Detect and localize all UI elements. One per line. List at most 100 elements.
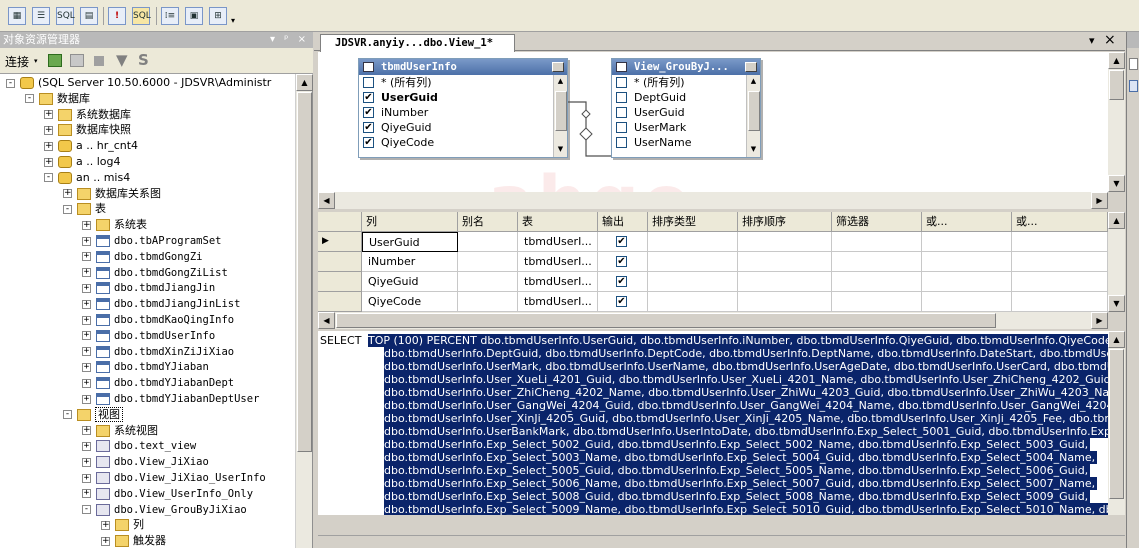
- collapse-icon[interactable]: -: [6, 78, 15, 88]
- connect-object-explorer-icon[interactable]: [48, 54, 62, 67]
- expand-icon[interactable]: +: [82, 441, 91, 451]
- grid-cell-empty[interactable]: [648, 272, 738, 292]
- diagram-vertical-scrollbar[interactable]: ▲ ▼: [1108, 52, 1125, 192]
- tree-node[interactable]: + dbo.tbmdYJiabanDeptUser: [82, 391, 259, 407]
- grid-row-header[interactable]: [318, 252, 362, 272]
- tree-node[interactable]: + dbo.tbAProgramSet: [82, 233, 221, 249]
- diagram-table-scrollbar[interactable]: ▲ ▼: [746, 75, 760, 157]
- scroll-down-button[interactable]: ▼: [1108, 295, 1125, 312]
- connect-button[interactable]: 连接: [5, 53, 29, 70]
- expand-icon[interactable]: +: [82, 347, 91, 357]
- grid-cell-empty[interactable]: [648, 252, 738, 272]
- grid-cell-empty[interactable]: [648, 232, 738, 252]
- grid-cell-alias[interactable]: [458, 272, 518, 292]
- collapse-icon[interactable]: -: [25, 94, 34, 104]
- sql-pane[interactable]: SELECT TOP (100) PERCENT dbo.tbmdUserInf…: [318, 331, 1108, 515]
- grid-cell-empty[interactable]: [738, 232, 832, 252]
- column-checkbox[interactable]: [616, 107, 627, 118]
- diagram-column-row[interactable]: ✔ iNumber: [359, 105, 567, 120]
- grid-cell-table[interactable]: tbmdUserI...: [518, 232, 598, 252]
- diagram-horizontal-scrollbar[interactable]: ◀ ▶: [318, 192, 1108, 209]
- scroll-up-button[interactable]: ▲: [296, 74, 313, 91]
- diagram-column-row[interactable]: UserGuid: [612, 105, 760, 120]
- collapse-icon[interactable]: -: [44, 173, 53, 183]
- expand-icon[interactable]: +: [82, 268, 91, 278]
- output-checkbox[interactable]: ✔: [616, 296, 627, 307]
- collapse-icon[interactable]: -: [63, 410, 72, 420]
- scroll-thumb[interactable]: [336, 313, 996, 328]
- grid-vertical-scrollbar[interactable]: ▲ ▼: [1108, 212, 1125, 312]
- scroll-up-button[interactable]: ▲: [1108, 52, 1125, 69]
- tree-node[interactable]: + dbo.tbmdYJiabanDept: [82, 375, 234, 391]
- expand-icon[interactable]: +: [82, 489, 91, 499]
- grid-column-header[interactable]: 表: [518, 212, 598, 232]
- expand-icon[interactable]: +: [82, 394, 91, 404]
- object-explorer-scrollbar[interactable]: ▲: [295, 74, 313, 548]
- scroll-down-button[interactable]: ▼: [748, 145, 759, 155]
- column-checkbox[interactable]: [363, 77, 374, 88]
- expand-icon[interactable]: +: [82, 220, 91, 230]
- tree-node[interactable]: + 系统数据库: [44, 107, 131, 123]
- grid-cell-empty[interactable]: [738, 292, 832, 312]
- grid-cell-column[interactable]: QiyeCode: [362, 292, 458, 312]
- tree-node[interactable]: + dbo.tbmdGongZiList: [82, 265, 228, 281]
- diagram-column-row[interactable]: * (所有列): [612, 75, 760, 90]
- collapse-icon[interactable]: -: [82, 505, 91, 515]
- scroll-thumb[interactable]: [297, 92, 312, 452]
- diagram-column-row[interactable]: DeptGuid: [612, 90, 760, 105]
- grid-cell-empty[interactable]: [922, 292, 1012, 312]
- execute-icon[interactable]: !: [108, 7, 126, 25]
- expand-icon[interactable]: +: [82, 236, 91, 246]
- grid-column-header[interactable]: 或...: [922, 212, 1012, 232]
- grid-cell-empty[interactable]: [832, 292, 922, 312]
- tree-node[interactable]: + a .. hr_cnt4: [44, 138, 138, 154]
- column-checkbox[interactable]: [616, 122, 627, 133]
- panel-pin-close-icon[interactable]: ▾ ᵖ ×: [270, 32, 309, 48]
- diagram-column-row[interactable]: ✔ UserGuid: [359, 90, 567, 105]
- column-checkbox[interactable]: ✔: [363, 92, 374, 103]
- grid-cell-alias[interactable]: [458, 252, 518, 272]
- diagram-pane-icon[interactable]: ▦: [8, 7, 26, 25]
- expand-icon[interactable]: +: [82, 473, 91, 483]
- scroll-right-button[interactable]: ▶: [1091, 192, 1108, 209]
- grid-cell-column[interactable]: iNumber: [362, 252, 458, 272]
- minimize-table-icon[interactable]: [552, 62, 564, 72]
- join-line[interactable]: [568, 100, 612, 160]
- scroll-down-button[interactable]: ▼: [1108, 175, 1125, 192]
- tree-node[interactable]: + dbo.View_JiXiao: [82, 454, 209, 470]
- expand-icon[interactable]: +: [82, 426, 91, 436]
- expand-icon[interactable]: +: [44, 125, 53, 135]
- tree-node[interactable]: + 列: [101, 517, 144, 533]
- group-by-icon[interactable]: ⁞≡: [161, 7, 179, 25]
- grid-cell-empty[interactable]: [922, 272, 1012, 292]
- grid-cell-output[interactable]: ✔: [598, 292, 648, 312]
- document-tab[interactable]: JDSVR.anyiy...dbo.View_1*: [320, 34, 515, 52]
- column-checkbox[interactable]: ✔: [363, 122, 374, 133]
- scroll-right-button[interactable]: ▶: [1091, 312, 1108, 329]
- diagram-table-view-groupbyjixiao[interactable]: View_GrouByJ... * (所有列) DeptGuid UserGuid Us…: [611, 58, 761, 158]
- sql-vertical-scrollbar[interactable]: ▲: [1108, 331, 1125, 515]
- grid-cell-output[interactable]: ✔: [598, 232, 648, 252]
- scroll-up-button[interactable]: ▲: [748, 77, 759, 87]
- expand-icon[interactable]: +: [63, 189, 72, 199]
- diagram-column-row[interactable]: UserMark: [612, 120, 760, 135]
- grid-cell-empty[interactable]: [1012, 252, 1108, 272]
- tree-node[interactable]: + dbo.text_view: [82, 438, 196, 454]
- tree-node[interactable]: + dbo.tbmdJiangJinList: [82, 296, 240, 312]
- tree-node[interactable]: + dbo.tbmdKaoQingInfo: [82, 312, 234, 328]
- connect-dropdown-icon[interactable]: ▾: [34, 57, 38, 65]
- grid-cell-empty[interactable]: [648, 292, 738, 312]
- grid-column-header[interactable]: 排序顺序: [738, 212, 832, 232]
- grid-cell-empty[interactable]: [832, 272, 922, 292]
- grid-cell-empty[interactable]: [832, 252, 922, 272]
- diagram-table-title[interactable]: tbmdUserInfo: [359, 59, 567, 75]
- scroll-thumb[interactable]: [555, 91, 567, 131]
- diagram-column-row[interactable]: ✔ QiyeCode: [359, 135, 567, 150]
- expand-icon[interactable]: +: [82, 283, 91, 293]
- scroll-left-button[interactable]: ◀: [318, 312, 335, 329]
- tree-node[interactable]: + dbo.tbmdJiangJin: [82, 280, 215, 296]
- tree-node[interactable]: - an .. mis4: [44, 170, 130, 186]
- grid-cell-empty[interactable]: [1012, 232, 1108, 252]
- tree-node[interactable]: + dbo.View_UserInfo_Only: [82, 486, 253, 502]
- scroll-thumb[interactable]: [1109, 349, 1124, 499]
